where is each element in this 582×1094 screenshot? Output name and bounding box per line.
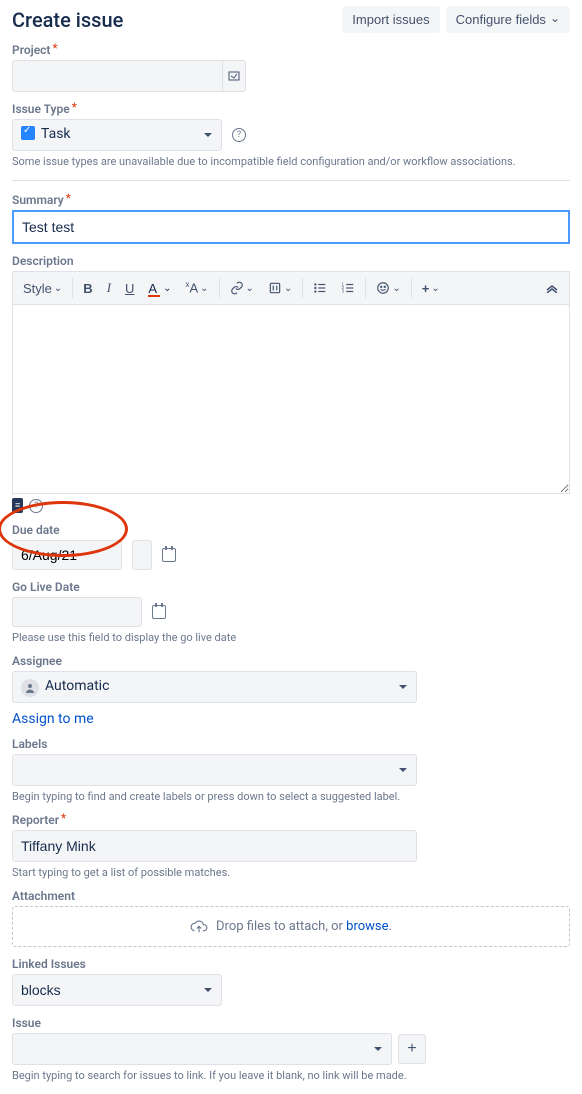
reporter-helper: Start typing to get a list of possible m… — [12, 866, 570, 879]
link-button[interactable]: ⌄ — [224, 275, 260, 301]
due-date-label: Due date — [12, 523, 176, 537]
issue-type-helper: Some issue types are unavailable due to … — [12, 155, 570, 168]
issue-type-select[interactable]: Task — [12, 119, 222, 151]
style-dropdown[interactable]: Style⌄ — [17, 275, 68, 301]
summary-input[interactable] — [12, 210, 570, 244]
go-live-label: Go Live Date — [12, 580, 570, 594]
collapse-toolbar-button[interactable] — [539, 275, 565, 301]
section-divider — [12, 180, 570, 181]
text-color-button[interactable]: A⌄ — [142, 275, 177, 301]
go-live-helper: Please use this field to display the go … — [12, 631, 570, 644]
page-title: Create issue — [12, 8, 123, 32]
svg-text:3: 3 — [342, 289, 345, 294]
calendar-icon[interactable] — [162, 548, 176, 562]
go-live-input[interactable] — [12, 597, 142, 627]
issue-label: Issue — [12, 1016, 570, 1030]
labels-label: Labels — [12, 737, 570, 751]
attachment-button[interactable]: ⌄ — [262, 275, 298, 301]
issue-select[interactable] — [12, 1033, 392, 1065]
issue-type-label: Issue Type — [12, 102, 570, 116]
help-icon[interactable]: ? — [232, 128, 246, 142]
issue-type-value: Task — [41, 126, 71, 142]
editor-help-icon[interactable]: ? — [29, 499, 43, 513]
linked-issues-select[interactable]: blocks — [12, 974, 222, 1006]
browse-link[interactable]: browse — [346, 919, 388, 934]
assignee-value: Automatic — [45, 678, 109, 694]
description-label: Description — [12, 254, 570, 268]
import-issues-button[interactable]: Import issues — [342, 6, 439, 33]
drop-dot: . — [389, 919, 392, 934]
attachment-dropzone[interactable]: Drop files to attach, or browse. — [12, 906, 570, 947]
bullet-list-button[interactable] — [307, 275, 333, 301]
description-editor[interactable] — [12, 304, 570, 494]
project-select[interactable] — [12, 60, 222, 92]
project-dropdown-icon[interactable] — [222, 60, 246, 92]
labels-helper: Begin typing to find and create labels o… — [12, 790, 570, 803]
assign-to-me-link[interactable]: Assign to me — [12, 711, 94, 727]
project-label: Project — [12, 43, 570, 57]
avatar-icon — [21, 679, 39, 697]
summary-label: Summary — [12, 193, 570, 207]
drop-text: Drop files to attach, or — [216, 919, 346, 934]
emoji-button[interactable]: ⌄ — [370, 275, 406, 301]
more-button[interactable]: +⌄ — [416, 275, 446, 301]
due-date-input[interactable] — [12, 540, 122, 570]
assignee-label: Assignee — [12, 654, 570, 668]
labels-select[interactable] — [12, 754, 417, 786]
editor-mode-icon[interactable]: ≡ — [12, 498, 23, 513]
attachment-label: Attachment — [12, 889, 570, 903]
italic-button[interactable]: I — [101, 275, 117, 301]
underline-button[interactable]: U — [119, 275, 140, 301]
add-issue-button[interactable]: + — [398, 1034, 426, 1064]
reporter-label: Reporter — [12, 813, 570, 827]
linked-issues-label: Linked Issues — [12, 957, 570, 971]
configure-fields-button[interactable]: Configure fields — [446, 6, 570, 33]
calendar-icon[interactable] — [152, 605, 166, 619]
assignee-select[interactable]: Automatic — [12, 671, 417, 703]
number-list-button[interactable]: 123 — [335, 275, 361, 301]
clear-format-button[interactable]: xA⌄ — [179, 275, 214, 301]
bold-button[interactable]: B — [77, 275, 98, 301]
upload-icon — [190, 920, 208, 934]
due-date-clear[interactable] — [132, 540, 152, 570]
task-icon — [21, 126, 35, 140]
reporter-input[interactable] — [12, 830, 417, 862]
issue-helper: Begin typing to search for issues to lin… — [12, 1069, 570, 1082]
rte-toolbar: Style⌄ B I U A⌄ xA⌄ ⌄ ⌄ 123 ⌄ +⌄ — [12, 271, 570, 304]
